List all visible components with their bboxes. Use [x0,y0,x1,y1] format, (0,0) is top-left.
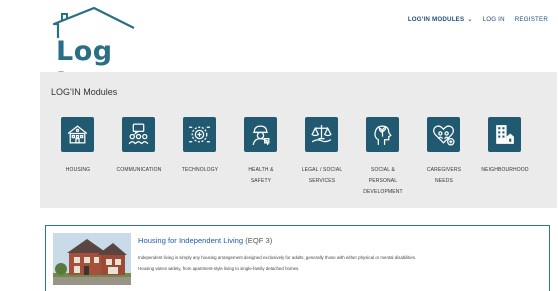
course-description-line: Independent living is simply any housing… [138,255,417,260]
module-label: HEALTH & SAFETY [248,167,274,184]
module-label: LEGAL / SOCIAL SERVICES [301,167,343,184]
chevron-down-icon: ⌄ [467,17,473,23]
site-header: Log In LOG'IN MODULES⌄ LOG IN REGISTER [0,0,558,98]
course-title-text: Housing for Independent Living [138,236,244,245]
worker-helmet-icon [252,125,270,146]
site-logo[interactable]: Log In [52,6,142,98]
house-photo-image [53,233,131,285]
chat-people-icon [128,123,149,145]
module-label: SOCIAL & PERSONAL DEVELOPMENT [363,167,403,195]
scales-hand-icon [311,125,332,143]
module-label: TECHNOLOGY [181,167,219,173]
panel-title: LOG'IN Modules [51,87,118,97]
course-description-line: Housing varies widely, from apartment-st… [138,265,300,271]
course-eqf-level: (EQF 3) [245,236,273,245]
course-thumbnail[interactable] [53,233,131,285]
module-tile[interactable] [122,117,155,152]
module-label: NEIGHBOURHOOD [481,167,529,173]
module-tile[interactable] [61,117,94,152]
modules-panel: LOG'IN Modules HOUSING COMMUNICATION TEC… [40,72,557,208]
module-tile[interactable] [488,117,521,152]
module-tile[interactable] [305,117,338,152]
module-label: CAREGIVERS NEEDS [426,167,462,184]
module-tile[interactable] [244,117,277,152]
top-nav: LOG'IN MODULES ⌄ LOG IN REGISTER [408,16,548,23]
module-tile[interactable] [366,117,399,152]
buildings-icon [496,125,514,144]
gear-circuit-icon [189,126,210,143]
nav-login-link[interactable]: LOG IN [483,16,505,23]
house-icon [67,125,88,144]
module-tile[interactable] [183,117,216,152]
course-card[interactable]: Housing for Independent Living (EQF 3) I… [45,225,550,291]
module-tile[interactable] [427,117,460,152]
head-plant-icon [374,125,392,145]
module-label: HOUSING [65,167,91,173]
course-description: Independent living is simply any housing… [138,253,543,275]
module-label: COMMUNICATION [116,167,162,173]
course-title[interactable]: Housing for Independent Living (EQF 3) [138,236,272,245]
nav-modules-menu[interactable]: LOG'IN MODULES ⌄ [408,16,473,23]
heart-hands-icon [432,125,455,146]
nav-modules-label: LOG'IN MODULES [407,16,465,23]
modules-row: HOUSING COMMUNICATION TECHNOLOGY HEALTH … [61,117,541,197]
nav-register-link[interactable]: REGISTER [515,16,548,23]
